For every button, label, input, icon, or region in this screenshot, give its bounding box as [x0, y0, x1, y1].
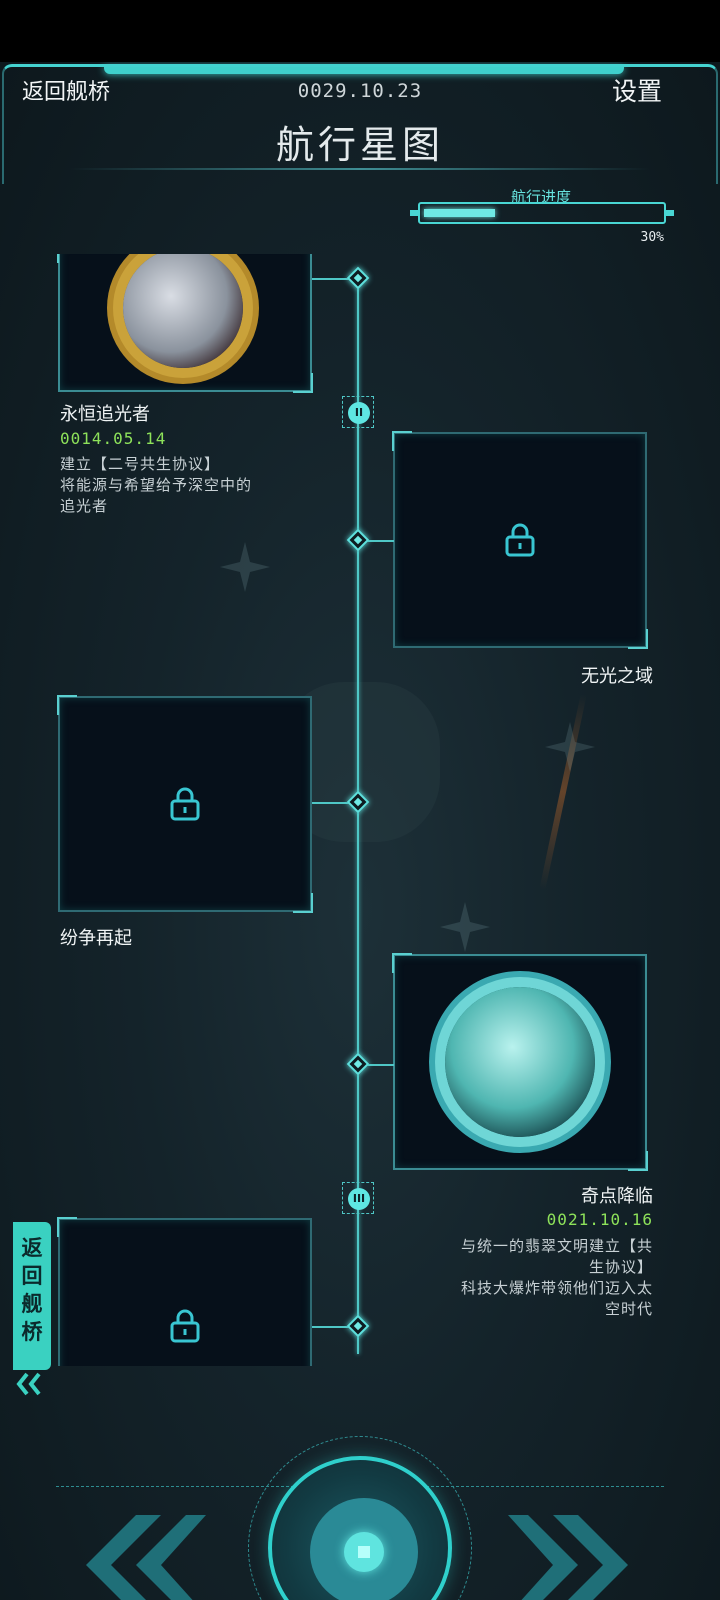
- settings-button[interactable]: 设置: [612, 72, 662, 108]
- chapter-numeral: II: [348, 402, 370, 424]
- timeline-node: [346, 1052, 370, 1076]
- side-back-char: 桥: [21, 1320, 43, 1344]
- progress-track: [424, 209, 660, 217]
- double-chevron-left-icon[interactable]: [66, 1510, 206, 1600]
- chapter-title: 无光之域: [581, 666, 653, 687]
- chapter-description: 将能源与希望给予深空中的: [60, 476, 253, 494]
- chapter-title: 纷争再起: [60, 928, 132, 949]
- side-back-label: 返 回 舰 桥: [13, 1234, 51, 1346]
- double-chevron-right-icon[interactable]: [508, 1510, 648, 1600]
- chapter-card-4[interactable]: [392, 953, 648, 1171]
- chapter-title: 奇点降临: [581, 1186, 653, 1207]
- lock-icon: [170, 787, 200, 821]
- chapter-description: 建立【二号共生协议】: [60, 455, 221, 473]
- header-glow-bar: [104, 67, 624, 74]
- timeline-node: [346, 266, 370, 290]
- chapter-card-3[interactable]: [57, 695, 313, 913]
- progress-bar: [410, 202, 674, 224]
- double-chevron-left-icon[interactable]: [15, 1372, 45, 1396]
- chapter-card-5[interactable]: [57, 1217, 312, 1366]
- side-back-char: 回: [21, 1264, 43, 1288]
- chapter-timeline[interactable]: 永恒追光者 0014.05.14 建立【二号共生协议】 将能源与希望给予深空中的…: [0, 254, 720, 1366]
- timeline-node: [346, 1314, 370, 1338]
- chapter-title: 永恒追光者: [60, 404, 150, 425]
- planet-image: [123, 254, 243, 368]
- timeline-node: [346, 790, 370, 814]
- progress-fill: [424, 209, 495, 217]
- side-back-char: 返: [21, 1236, 43, 1260]
- chapter-description: 生协议】: [588, 1258, 653, 1276]
- chapter-description: 追光者: [60, 497, 109, 515]
- page-title: 航行星图: [275, 123, 444, 167]
- chapter-date: 0014.05.14: [60, 429, 167, 448]
- side-back-to-bridge-button[interactable]: 返 回 舰 桥: [13, 1222, 51, 1370]
- title-divider: [70, 168, 650, 170]
- lock-icon: [170, 1309, 200, 1343]
- lock-icon: [505, 523, 535, 557]
- planet-image: [445, 987, 595, 1137]
- voyage-progress: 航行进度 30%: [408, 186, 674, 246]
- chapter-mark: III: [342, 1182, 374, 1214]
- chapter-card-1[interactable]: [57, 254, 313, 393]
- chapter-description: 科技大爆炸带领他们迈入太: [460, 1279, 653, 1297]
- center-stop-icon: [344, 1532, 384, 1572]
- chapter-mark: II: [342, 396, 374, 428]
- chapter-description: 与统一的翡翠文明建立【共: [460, 1237, 653, 1255]
- chapter-description: 空时代: [604, 1300, 653, 1318]
- status-bar-area: [0, 0, 720, 62]
- chapter-card-2[interactable]: [392, 431, 648, 649]
- chapter-numeral: III: [348, 1188, 370, 1210]
- chapter-date: 0021.10.16: [546, 1210, 653, 1229]
- progress-value: 30%: [640, 230, 664, 245]
- timeline-node: [346, 528, 370, 552]
- center-action-button[interactable]: [248, 1436, 472, 1600]
- side-back-char: 舰: [21, 1292, 43, 1316]
- star-map-screen: 返回舰桥 0029.10.23 设置 航行星图 航行进度 30% 永恒追光者 0…: [0, 62, 720, 1600]
